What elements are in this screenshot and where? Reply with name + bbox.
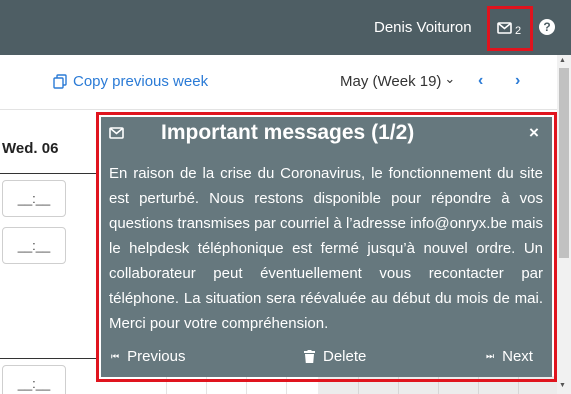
- time-input[interactable]: __:__: [2, 180, 66, 217]
- previous-message-button[interactable]: ⏮ Previous: [111, 348, 185, 365]
- scroll-down-arrow[interactable]: ▼: [559, 382, 566, 389]
- time-input[interactable]: __:__: [2, 227, 66, 264]
- row-divider: [0, 358, 98, 359]
- message-count-badge: 2: [515, 25, 522, 37]
- close-icon[interactable]: ×: [529, 123, 539, 143]
- delete-message-button[interactable]: Delete: [304, 348, 366, 365]
- row-divider: [0, 173, 98, 174]
- next-week-button[interactable]: ›: [515, 72, 520, 90]
- user-name[interactable]: Denis Voituron: [374, 19, 472, 36]
- help-icon[interactable]: ?: [539, 19, 555, 35]
- message-title: Important messages (1/2): [161, 121, 415, 144]
- scroll-up-arrow[interactable]: ▲: [559, 57, 566, 64]
- next-label: Next: [502, 348, 533, 365]
- message-body: En raison de la crise du Coronavirus, le…: [109, 165, 543, 332]
- next-icon: ⏭: [486, 351, 495, 361]
- important-messages-panel: Important messages (1/2) × En raison de …: [101, 117, 552, 377]
- chevron-down-icon: ⌄: [444, 70, 456, 86]
- copy-icon: [53, 74, 67, 89]
- time-input[interactable]: __:__: [2, 365, 66, 394]
- top-bar: Denis Voituron 2 ?: [0, 0, 571, 55]
- copy-previous-week-label: Copy previous week: [73, 73, 209, 90]
- envelope-icon: [109, 127, 124, 139]
- copy-previous-week-button[interactable]: Copy previous week: [53, 73, 208, 90]
- scrollbar-thumb[interactable]: [559, 68, 569, 258]
- day-header: Wed. 06: [2, 140, 59, 157]
- header-divider: [0, 109, 557, 110]
- previous-icon: ⏮: [111, 351, 120, 361]
- next-message-button[interactable]: ⏭ Next: [486, 348, 533, 365]
- previous-week-button[interactable]: ‹: [478, 72, 483, 90]
- previous-label: Previous: [127, 348, 186, 365]
- week-selector[interactable]: May (Week 19) ⌄: [340, 70, 456, 91]
- week-label: May (Week 19): [340, 73, 442, 90]
- envelope-icon: [497, 22, 512, 34]
- trash-icon: [304, 350, 315, 363]
- delete-label: Delete: [323, 348, 367, 365]
- messages-button[interactable]: 2: [487, 6, 533, 51]
